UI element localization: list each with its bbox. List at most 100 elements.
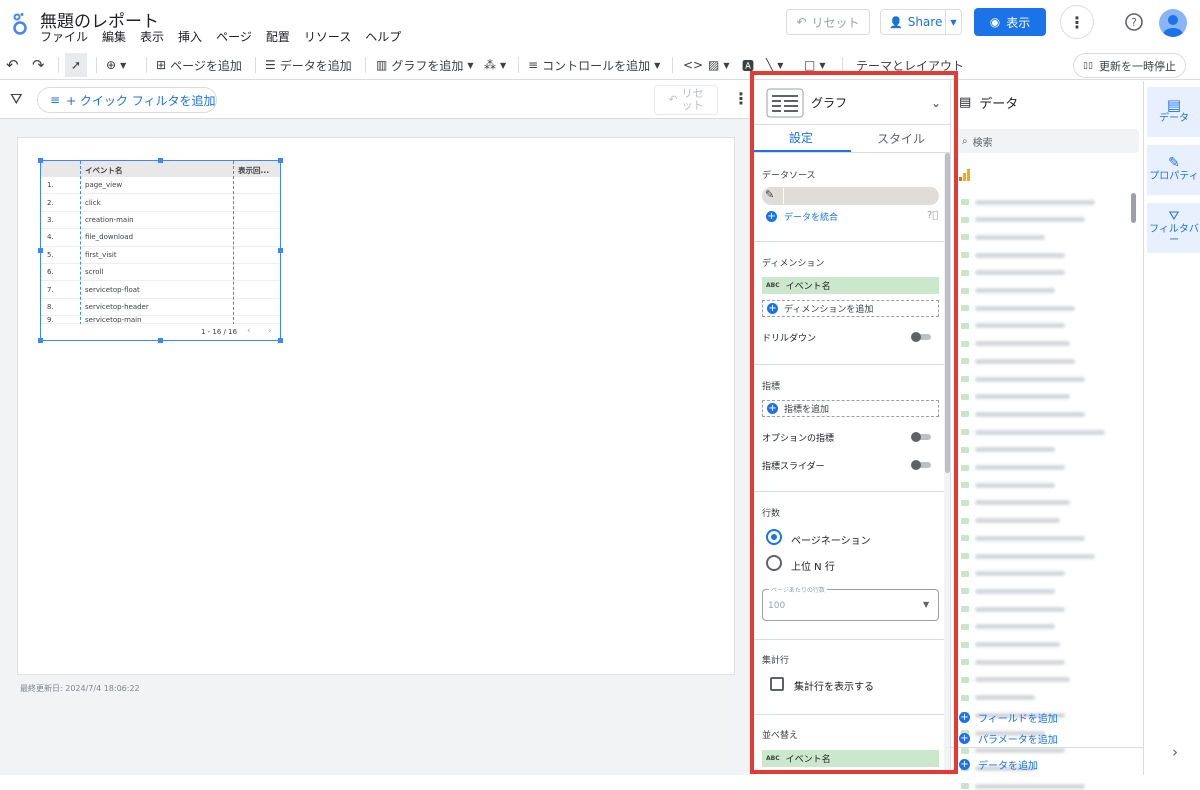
rail-data-tab[interactable]: ▤ データ — [1147, 87, 1200, 137]
resize-handle[interactable] — [278, 248, 283, 253]
column-header-views[interactable]: 表示回... — [238, 165, 269, 176]
field-item[interactable] — [961, 641, 1121, 649]
field-name-blurred — [975, 394, 1070, 400]
field-name-blurred — [975, 270, 1065, 276]
menu-edit[interactable]: 編集 — [102, 28, 126, 45]
table-row: 9. servicetop-main — [41, 316, 280, 325]
field-item[interactable] — [961, 534, 1121, 542]
menu-insert[interactable]: 挿入 — [178, 28, 202, 45]
table-chart[interactable]: イベント名 表示回... 1. page_view 2. click 3. creat… — [38, 158, 283, 343]
more-vert-icon[interactable]: ⋮ — [733, 89, 749, 108]
menu-arrange[interactable]: 配置 — [266, 28, 290, 45]
field-item[interactable] — [961, 357, 1121, 365]
resize-handle[interactable] — [278, 338, 283, 343]
zoom-button[interactable]: ⊕ ▼ — [106, 50, 126, 80]
field-item[interactable] — [961, 587, 1121, 595]
chevron-right-icon[interactable]: › — [1172, 743, 1178, 761]
resize-handle[interactable] — [38, 338, 43, 343]
resize-handle[interactable] — [158, 338, 163, 343]
avatar[interactable] — [1159, 9, 1187, 37]
filter-reset-button[interactable]: ↶ リセ ット — [654, 85, 718, 115]
field-type-icon — [961, 659, 969, 666]
table-header: イベント名 表示回... — [41, 161, 280, 177]
field-item[interactable] — [961, 481, 1121, 489]
field-type-icon — [961, 641, 969, 648]
field-item[interactable] — [961, 340, 1121, 348]
field-item[interactable] — [961, 428, 1121, 436]
chevron-right-icon[interactable]: › — [268, 326, 272, 336]
rail-properties-tab[interactable]: ✎ プロパティ — [1147, 145, 1200, 195]
add-page-button[interactable]: ⊞ ページを追加 — [156, 50, 242, 80]
field-item[interactable] — [961, 375, 1121, 383]
field-item[interactable] — [961, 233, 1121, 241]
field-item[interactable] — [961, 570, 1121, 578]
field-item[interactable] — [961, 446, 1121, 454]
resize-handle[interactable] — [38, 158, 43, 163]
field-item[interactable] — [961, 393, 1121, 401]
redo-icon[interactable]: ↷ — [32, 50, 45, 80]
field-name-blurred — [975, 199, 1095, 205]
undo-icon[interactable]: ↶ — [6, 50, 19, 80]
pause-update-button[interactable]: ▯▯ 更新を一時停止 — [1073, 53, 1186, 78]
data-search-input[interactable]: ⌕ 検索 — [956, 129, 1139, 153]
view-button[interactable]: ◉ 表示 — [974, 8, 1046, 36]
select-cursor-icon[interactable]: ➚ — [65, 53, 87, 77]
add-page-icon: ⊞ — [156, 58, 167, 72]
field-item[interactable] — [961, 287, 1121, 295]
filter-icon[interactable]: ⛛ — [10, 90, 23, 108]
field-name-blurred — [975, 323, 1065, 329]
field-item[interactable] — [961, 782, 1121, 790]
column-header-event[interactable]: イベント名 — [85, 165, 123, 176]
more-options-button[interactable]: ⋮ — [1060, 5, 1094, 39]
field-item[interactable] — [961, 694, 1121, 702]
resize-handle[interactable] — [278, 158, 283, 163]
pencil-icon: ✎ — [1168, 155, 1180, 171]
field-item[interactable] — [961, 552, 1121, 560]
field-item[interactable] — [961, 304, 1121, 312]
data-panel: ▤ データ ⌕ 検索 + フィールドを追加 + パラメータを追加 + データを追… — [950, 81, 1144, 790]
field-name-blurred — [975, 500, 1070, 506]
add-chart-button[interactable]: ▥ グラフを追加 ▼ — [376, 50, 474, 80]
field-item[interactable] — [961, 322, 1121, 330]
menu-resource[interactable]: リソース — [304, 28, 351, 45]
add-data-button[interactable]: ☰ データを追加 — [265, 50, 352, 80]
add-data-button[interactable]: + データを追加 — [959, 757, 1038, 772]
field-item[interactable] — [961, 676, 1121, 684]
field-item[interactable] — [961, 198, 1121, 206]
resize-handle[interactable] — [38, 248, 43, 253]
add-parameter-button[interactable]: + パラメータを追加 — [959, 731, 1058, 746]
table-icon: ▤ — [1166, 96, 1182, 114]
image-button[interactable]: ▨ ▼ — [708, 50, 730, 80]
field-item[interactable] — [961, 605, 1121, 613]
field-item[interactable] — [961, 623, 1121, 631]
field-list-scrollbar[interactable] — [1131, 193, 1136, 223]
quick-filter-button[interactable]: ≡ + クイック フィルタを追加 — [37, 87, 217, 113]
share-dropdown[interactable]: ▼ — [945, 10, 961, 34]
field-item[interactable] — [961, 251, 1121, 259]
field-item[interactable] — [961, 410, 1121, 418]
share-button[interactable]: 👤 Share ▼ — [880, 9, 962, 35]
field-item[interactable] — [961, 517, 1121, 525]
menu-view[interactable]: 表示 — [140, 28, 164, 45]
add-control-button[interactable]: ≡ コントロールを追加 ▼ — [528, 50, 660, 80]
menu-page[interactable]: ページ — [216, 28, 252, 45]
menu-file[interactable]: ファイル — [40, 28, 88, 45]
chevron-left-icon[interactable]: ‹ — [247, 326, 251, 336]
field-name-blurred — [975, 376, 1085, 382]
resize-handle[interactable] — [158, 158, 163, 163]
field-item[interactable] — [961, 216, 1121, 224]
add-field-button[interactable]: + フィールドを追加 — [959, 710, 1058, 725]
field-name-blurred — [975, 252, 1065, 258]
menu-help[interactable]: ヘルプ — [365, 28, 401, 45]
looker-studio-logo-icon[interactable] — [10, 12, 30, 36]
field-type-icon — [961, 464, 969, 471]
help-icon[interactable]: ? — [1124, 12, 1144, 32]
embed-url-icon[interactable]: <> — [683, 50, 703, 80]
community-viz-button[interactable]: ⁂ ▼ — [484, 50, 506, 80]
field-item[interactable] — [961, 269, 1121, 277]
field-item[interactable] — [961, 499, 1121, 507]
rail-filter-bar-tab[interactable]: ⛛ フィルタバー — [1147, 203, 1200, 253]
field-item[interactable] — [961, 658, 1121, 666]
reset-button[interactable]: ↶ リセット — [786, 9, 870, 35]
field-item[interactable] — [961, 464, 1121, 472]
